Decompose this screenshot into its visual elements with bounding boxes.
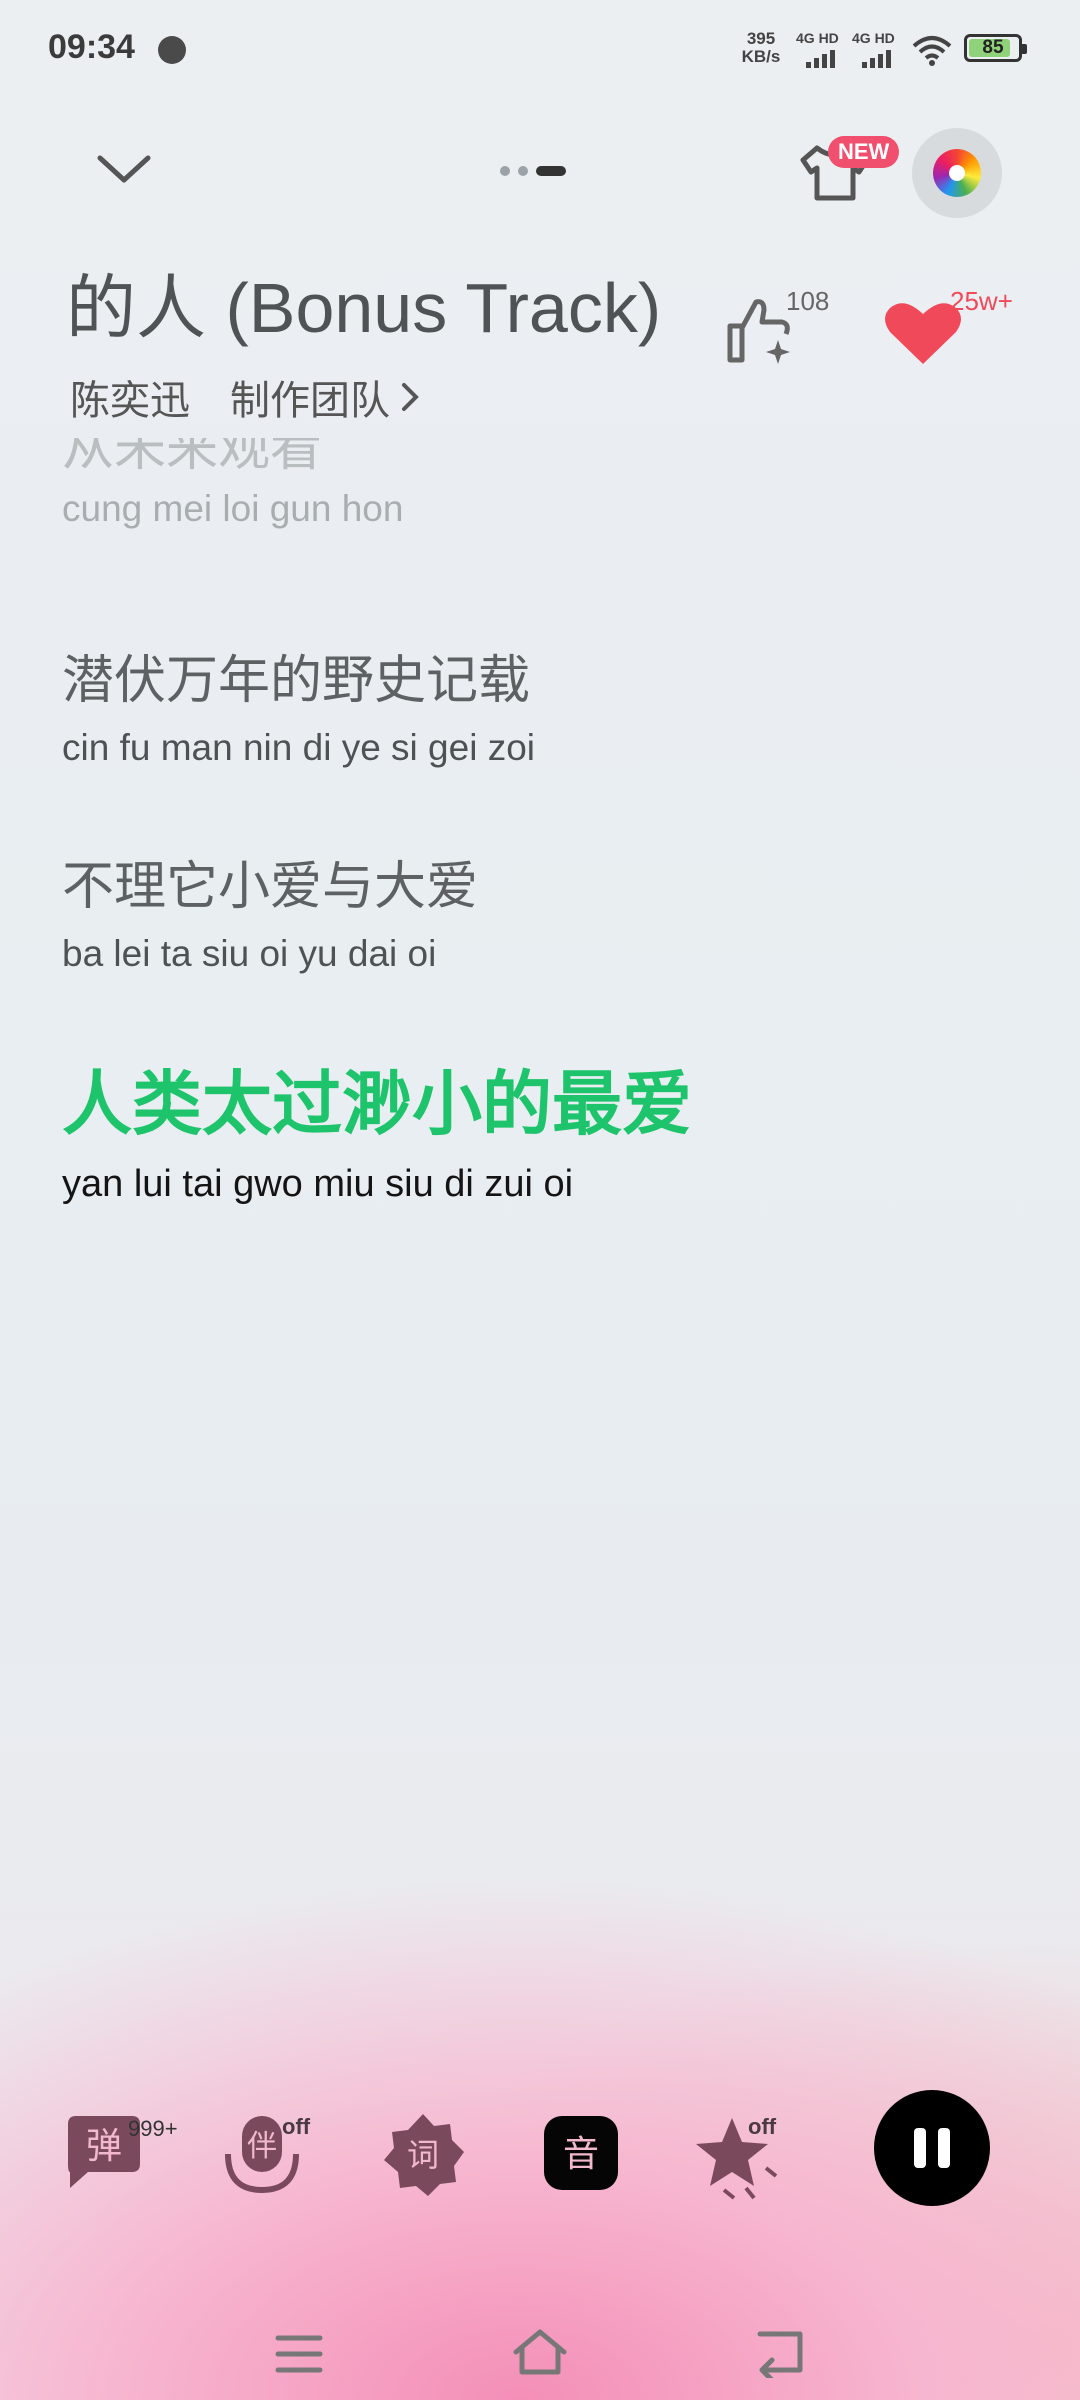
lyric-romanization: ba lei ta siu oi yu dai oi (62, 933, 437, 974)
lyric-romanization: cung mei loi gun hon (62, 488, 404, 529)
lyrics-style-label: 词 (407, 2136, 439, 2174)
danmu-count: 999+ (128, 2116, 178, 2141)
chevron-right-icon (402, 383, 419, 411)
accompany-label: 伴 (247, 2129, 277, 2164)
new-badge: NEW (828, 136, 900, 168)
sim2-label: 4G HD (852, 30, 895, 46)
lyric-line[interactable]: 从未来观看 cung mei loi gun hon (62, 438, 403, 530)
wifi-icon (912, 36, 952, 66)
back-icon[interactable] (754, 2326, 808, 2378)
system-nav-bar (0, 2290, 1080, 2400)
sound-effect-button[interactable]: 音 (538, 2110, 638, 2210)
menu-icon[interactable] (274, 2332, 324, 2376)
network-speed-unit: KB/s (741, 47, 781, 66)
artist-name[interactable]: 陈奕迅 (70, 368, 190, 426)
status-time: 09:34 (48, 28, 135, 66)
like-count: 108 (786, 286, 830, 316)
lyric-chinese: 人类太过渺小的最爱 (62, 1065, 692, 1143)
credits-link[interactable]: 制作团队 (230, 368, 420, 426)
song-title: 的人 (Bonus Track) (66, 269, 662, 347)
lyric-chinese: 潜伏万年的野史记载 (62, 652, 531, 710)
star-effect-off-badge: off (748, 2114, 777, 2139)
sim1-signal-icon: 4G HD (796, 30, 848, 70)
star-effect-button[interactable] (694, 2110, 794, 2210)
globe-icon (158, 36, 186, 64)
lyric-line-current[interactable]: 人类太过渺小的最爱 yan lui tai gwo miu siu di zui… (62, 1048, 692, 1206)
accompany-off-badge: off (282, 2114, 311, 2139)
credits-label: 制作团队 (230, 379, 390, 423)
sound-icon: 音 (544, 2116, 618, 2190)
home-icon[interactable] (510, 2326, 570, 2378)
pause-icon (914, 2128, 926, 2168)
lyric-chinese: 从未来观看 (62, 438, 323, 474)
lyric-chinese: 不理它小爱与大爱 (62, 858, 479, 916)
favorite-count: 25w+ (950, 286, 1013, 316)
lyric-romanization: yan lui tai gwo miu siu di zui oi (62, 1163, 574, 1205)
page-dot (518, 166, 528, 176)
lyric-romanization: cin fu man nin di ye si gei zoi (62, 727, 536, 768)
status-bar: 09:34 395 KB/s 4G HD 4G HD 85 (0, 0, 1080, 100)
sound-label: 音 (563, 2134, 599, 2175)
sim1-label: 4G HD (796, 30, 839, 46)
lyric-line[interactable]: 潜伏万年的野史记载 cin fu man nin di ye si gei zo… (62, 638, 535, 769)
lyric-line[interactable]: 不理它小爱与大爱 ba lei ta siu oi yu dai oi (62, 844, 478, 975)
danmu-label: 弹 (86, 2126, 122, 2167)
network-speed: 395 KB/s (738, 30, 784, 66)
battery-icon: 85 (964, 34, 1027, 62)
flower-badge-icon: 词 (384, 2114, 464, 2196)
player-effect-button[interactable] (912, 128, 1002, 218)
sim2-signal-icon: 4G HD (852, 30, 904, 70)
pause-button[interactable] (874, 2090, 990, 2206)
page-dot-active (536, 166, 566, 176)
battery-level: 85 (982, 37, 1004, 58)
color-wheel-icon (933, 149, 981, 197)
chevron-down-icon[interactable] (84, 140, 164, 200)
lyrics-style-button[interactable]: 词 (378, 2110, 478, 2210)
page-indicator[interactable] (500, 166, 566, 176)
page-dot (500, 166, 510, 176)
pause-icon-bar (938, 2128, 950, 2168)
network-speed-value: 395 (746, 29, 776, 48)
